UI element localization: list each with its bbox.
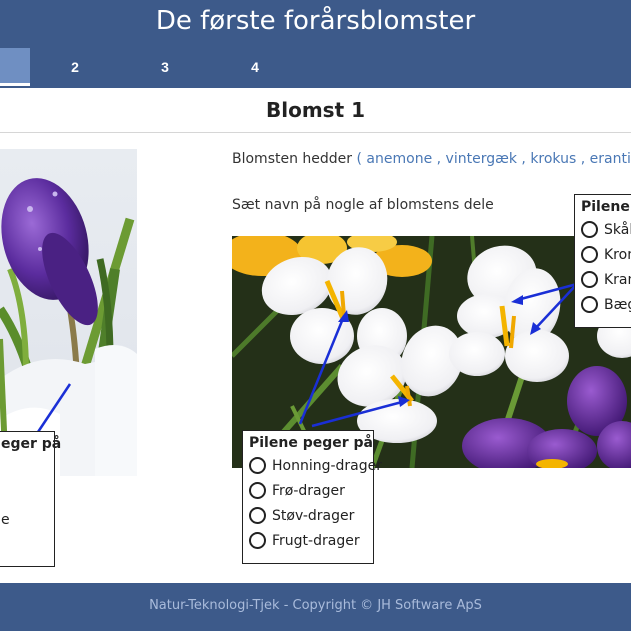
option-krokus[interactable]: krokus [530, 151, 576, 167]
radio-option-kron[interactable]: Kron [581, 242, 631, 267]
tab-3[interactable]: 3 [135, 48, 195, 86]
instruction-text: Sæt navn på nogle af blomstens dele [232, 197, 494, 213]
page-footer: Natur-Teknologi-Tjek - Copyright © JH So… [0, 583, 631, 631]
left-answer-box: eger på e [0, 431, 62, 567]
bottom-answer-box: Pilene peger på Honning-drager Frø-drage… [242, 430, 382, 564]
tab-4[interactable]: 4 [225, 48, 285, 86]
option-erantis[interactable]: erantis [590, 151, 631, 167]
radio-circle[interactable] [581, 271, 598, 288]
separator: , [436, 151, 442, 167]
open-paren: ( [356, 151, 362, 167]
left-box-option-fragment: e [1, 512, 10, 528]
bottom-box-title: Pilene peger på [249, 435, 373, 451]
section-title: Blomst 1 [265, 98, 366, 122]
separator: , [580, 151, 586, 167]
question-line: Blomsten hedder ( anemone , vintergæk , … [232, 151, 631, 167]
separator: , [521, 151, 526, 167]
crocus-snow-photo [0, 149, 137, 476]
radio-option-honning-drager[interactable]: Honning-drager [249, 453, 382, 478]
radio-label: Støv-drager [272, 507, 355, 524]
radio-option-frugt-drager[interactable]: Frugt-drager [249, 528, 367, 553]
question-prefix: Blomsten hedder [232, 151, 353, 167]
radio-label: Kron [604, 246, 631, 263]
radio-circle[interactable] [249, 532, 266, 549]
radio-option-baege[interactable]: Bæge [581, 292, 631, 317]
radio-label: Kran [604, 271, 631, 288]
radio-circle[interactable] [581, 246, 598, 263]
radio-option-skaal[interactable]: Skål- [581, 217, 631, 242]
option-anemone[interactable]: anemone [366, 151, 432, 167]
tab-2[interactable]: 2 [45, 48, 105, 86]
right-answer-box: Pilene p Skål- Kron Kran Bæge [574, 194, 631, 328]
right-box-title: Pilene p [581, 199, 631, 215]
radio-label: Honning-drager [272, 457, 383, 474]
radio-label: Bæge [604, 296, 631, 313]
radio-option-froe-drager[interactable]: Frø-drager [249, 478, 367, 503]
radio-option-kran[interactable]: Kran [581, 267, 631, 292]
radio-label: Frugt-drager [272, 532, 360, 549]
radio-circle[interactable] [249, 457, 266, 474]
page-title: De første forårsblomster [155, 6, 476, 36]
option-vintergaek[interactable]: vintergæk [446, 151, 517, 167]
radio-circle[interactable] [581, 296, 598, 313]
left-box-title: eger på [1, 436, 62, 452]
radio-circle[interactable] [581, 221, 598, 238]
radio-circle[interactable] [249, 482, 266, 499]
radio-label: Skål- [604, 221, 631, 238]
tab-1[interactable] [0, 48, 30, 86]
page-header: De første forårsblomster 2 3 4 [0, 0, 631, 88]
copyright-text: Natur-Teknologi-Tjek - Copyright © JH So… [149, 598, 482, 613]
radio-label: Frø-drager [272, 482, 345, 499]
radio-option-stoev-drager[interactable]: Støv-drager [249, 503, 367, 528]
radio-circle[interactable] [249, 507, 266, 524]
section-divider [0, 132, 631, 133]
